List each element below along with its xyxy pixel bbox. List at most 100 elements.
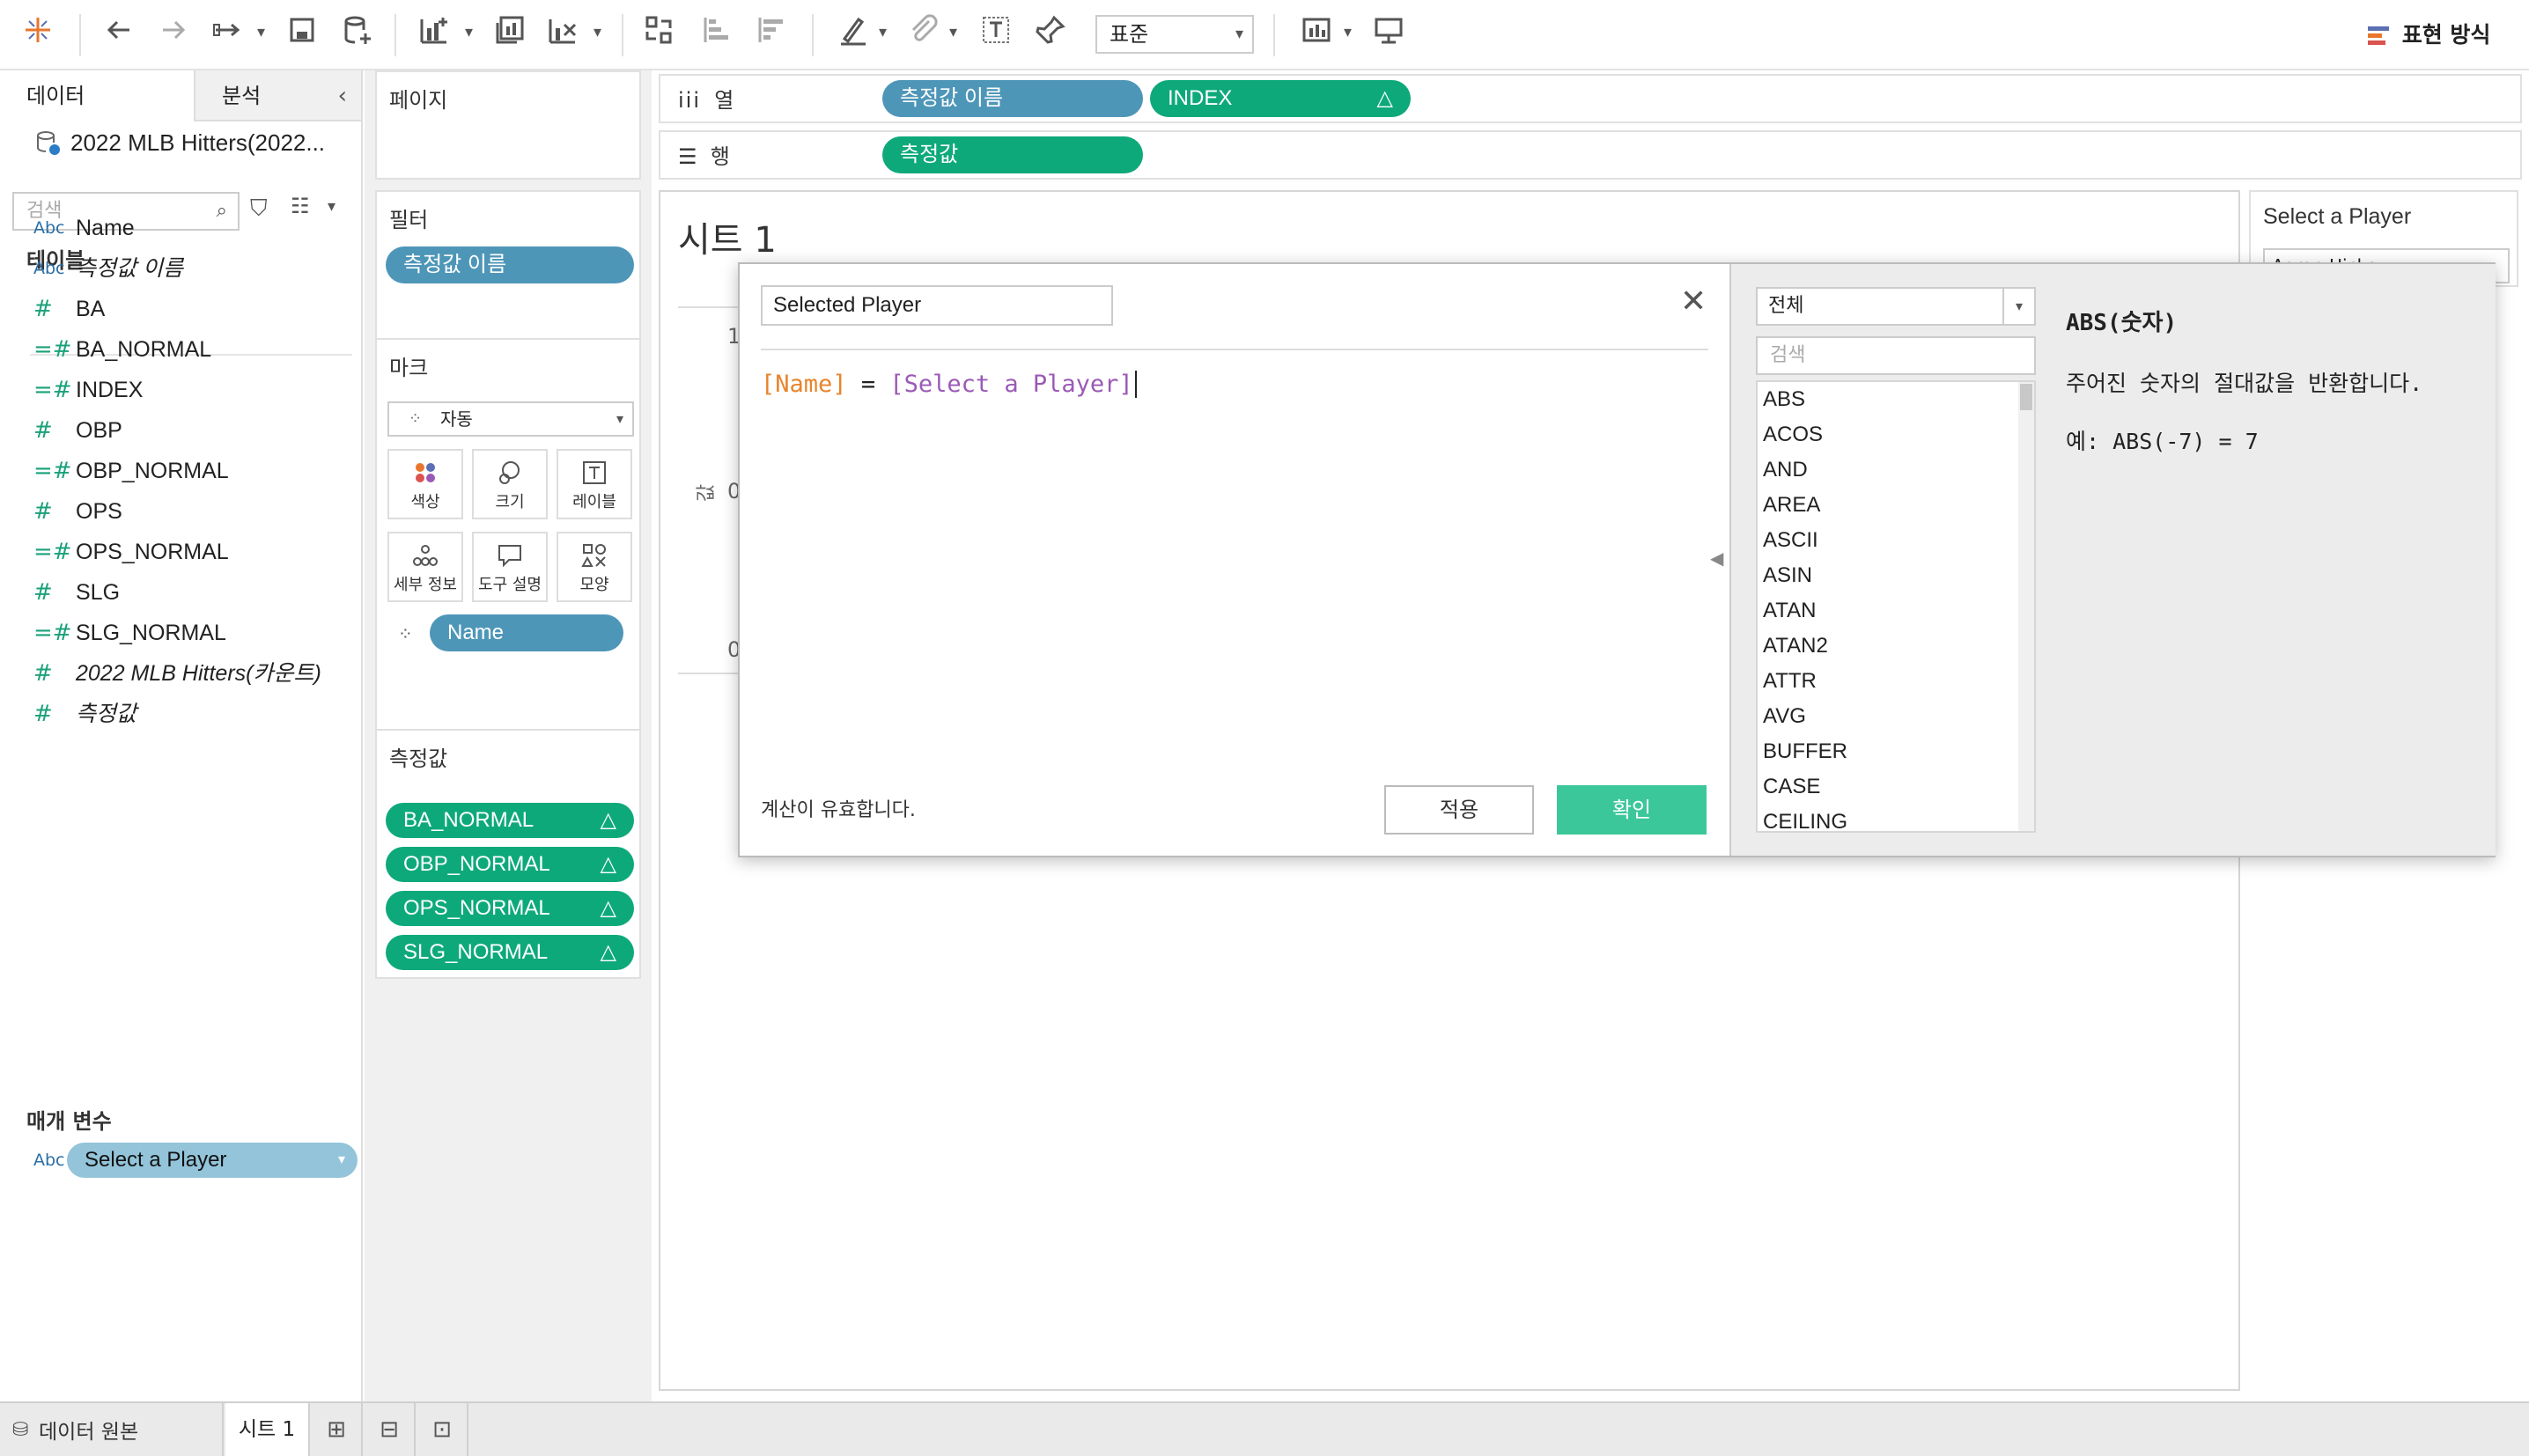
formula-editor[interactable]: [Name] = [Select a Player] [761, 363, 1708, 680]
view-options-icon[interactable]: ☷ [291, 194, 310, 218]
save-icon[interactable] [280, 12, 324, 56]
function-item[interactable]: AVG [1758, 699, 2034, 734]
detail-button[interactable]: 세부 정보 [387, 532, 463, 602]
fit-icon[interactable] [1294, 12, 1338, 56]
columns-shelf[interactable]: iii 열 측정값 이름 INDEX △ [659, 74, 2522, 123]
function-item[interactable]: ATAN2 [1758, 629, 2034, 664]
collapse-icon[interactable]: ‹ [338, 70, 347, 121]
function-item[interactable]: ASIN [1758, 558, 2034, 593]
color-button[interactable]: 색상 [387, 449, 463, 519]
function-item[interactable]: ABS [1758, 382, 2034, 417]
parameter-pill[interactable]: Select a Player ▾ [67, 1143, 358, 1178]
marks-title: 마크 [389, 356, 429, 380]
field-item[interactable]: # OPS [33, 493, 122, 530]
marks-name-pill[interactable]: Name [430, 614, 623, 651]
columns-pill-index[interactable]: INDEX △ [1150, 80, 1411, 117]
function-item[interactable]: BUFFER [1758, 734, 2034, 769]
function-item[interactable]: ACOS [1758, 417, 2034, 452]
group-icon[interactable] [902, 12, 946, 56]
chevron-down-icon[interactable]: ▾ [1344, 23, 1352, 41]
new-sheet-icon[interactable] [412, 12, 456, 56]
field-item[interactable]: =# INDEX [33, 371, 143, 408]
function-item[interactable]: ATAN [1758, 593, 2034, 629]
datasource-item[interactable]: 2022 MLB Hitters(2022... [30, 123, 325, 162]
parameter-item[interactable]: Abc Select a Player ▾ [33, 1143, 358, 1178]
tab-analytics[interactable]: 분석 ‹ [194, 70, 361, 121]
columns-label-text: 열 [714, 88, 734, 113]
show-me-button[interactable]: 표현 방식 [2364, 18, 2490, 53]
sort-asc-icon[interactable] [696, 12, 740, 56]
label-icon[interactable] [974, 12, 1018, 56]
function-list-scrollbar[interactable] [2018, 382, 2034, 831]
chevron-down-icon[interactable]: ▾ [257, 23, 265, 41]
measure-pill[interactable]: OPS_NORMAL △ [386, 891, 634, 926]
new-datasource-icon[interactable] [335, 12, 379, 56]
filters-card[interactable]: 필터 측정값 이름 [375, 190, 641, 352]
swap-icon[interactable] [638, 12, 682, 56]
new-worksheet-icon[interactable]: ⊞ [312, 1403, 363, 1456]
function-category-select[interactable]: 전체 ▾ [1756, 287, 2036, 326]
rows-shelf[interactable]: ☰ 행 측정값 [659, 130, 2522, 180]
field-item[interactable]: Abc Name [33, 210, 135, 246]
chevron-down-icon[interactable]: ▾ [949, 23, 957, 41]
function-item[interactable]: ATTR [1758, 664, 2034, 699]
chevron-down-icon[interactable]: ▾ [328, 197, 335, 216]
redo-icon[interactable] [206, 12, 250, 56]
pages-card[interactable]: 페이지 [375, 70, 641, 180]
ok-button[interactable]: 확인 [1557, 785, 1707, 835]
field-item[interactable]: # 측정값 [33, 695, 136, 732]
back-icon[interactable] [97, 12, 141, 56]
close-icon[interactable]: ✕ [1680, 283, 1707, 320]
field-item[interactable]: =# OPS_NORMAL [33, 533, 229, 570]
calc-name-input[interactable]: Selected Player [761, 285, 1113, 326]
columns-pill-measure-names[interactable]: 측정값 이름 [882, 80, 1143, 117]
sheet-tab[interactable]: 시트 1 [225, 1403, 310, 1456]
duplicate-icon[interactable] [488, 12, 532, 56]
size-button[interactable]: 크기 [472, 449, 548, 519]
new-dashboard-icon[interactable]: ⊟ [365, 1403, 416, 1456]
tableau-logo-icon[interactable] [16, 12, 60, 56]
highlight-icon[interactable] [831, 12, 875, 56]
shape-button[interactable]: 모양 [557, 532, 632, 602]
function-item[interactable]: ASCII [1758, 523, 2034, 558]
chevron-down-icon[interactable]: ▾ [465, 23, 473, 41]
clear-icon[interactable] [541, 12, 585, 56]
filter-pill[interactable]: 측정값 이름 [386, 246, 634, 283]
chevron-down-icon[interactable]: ▾ [594, 23, 601, 41]
mark-type-select[interactable]: ⁘ 자동 ▾ [387, 401, 634, 437]
number-type-icon: # [33, 579, 53, 606]
field-item[interactable]: # BA [33, 290, 105, 327]
rows-pill-measure-values[interactable]: 측정값 [882, 136, 1143, 173]
label-button[interactable]: 레이블 [557, 449, 632, 519]
field-item[interactable]: Abc 측정값 이름 [33, 250, 183, 287]
function-item[interactable]: AREA [1758, 488, 2034, 523]
new-story-icon[interactable]: ⊡ [417, 1403, 468, 1456]
apply-button[interactable]: 적용 [1384, 785, 1534, 835]
fit-select[interactable]: 표준 ▾ [1095, 15, 1254, 54]
pin-icon[interactable] [1029, 12, 1073, 56]
chevron-down-icon[interactable]: ▾ [879, 23, 887, 41]
measure-pill[interactable]: OBP_NORMAL △ [386, 847, 634, 882]
collapse-panel-icon[interactable]: ◀ [1710, 548, 1723, 569]
measure-pill[interactable]: BA_NORMAL △ [386, 803, 634, 838]
forward-icon[interactable] [151, 12, 195, 56]
function-search-input[interactable]: 검색 [1756, 336, 2036, 375]
field-item[interactable]: # SLG [33, 574, 120, 611]
sort-desc-icon[interactable] [750, 12, 794, 56]
datasource-tab[interactable]: ⛁ 데이터 원본 [0, 1403, 224, 1456]
field-item[interactable]: #2022 MLB Hitters(카운트) [33, 655, 321, 692]
function-item[interactable]: AND [1758, 452, 2034, 488]
field-item[interactable]: =# OBP_NORMAL [33, 452, 229, 489]
function-item[interactable]: CEILING [1758, 805, 2034, 831]
tooltip-button[interactable]: 도구 설명 [472, 532, 548, 602]
scrollbar-thumb[interactable] [2020, 384, 2032, 410]
function-item[interactable]: CASE [1758, 769, 2034, 805]
filter-icon[interactable]: ⛉ [250, 195, 268, 223]
measure-pill[interactable]: SLG_NORMAL △ [386, 935, 634, 970]
tab-data[interactable]: 데이터 [0, 70, 194, 121]
field-item[interactable]: =# SLG_NORMAL [33, 614, 226, 651]
field-item[interactable]: =# BA_NORMAL [33, 331, 211, 368]
field-item[interactable]: # OBP [33, 412, 122, 449]
presentation-icon[interactable] [1367, 12, 1411, 56]
field-name: BA_NORMAL [76, 337, 212, 362]
